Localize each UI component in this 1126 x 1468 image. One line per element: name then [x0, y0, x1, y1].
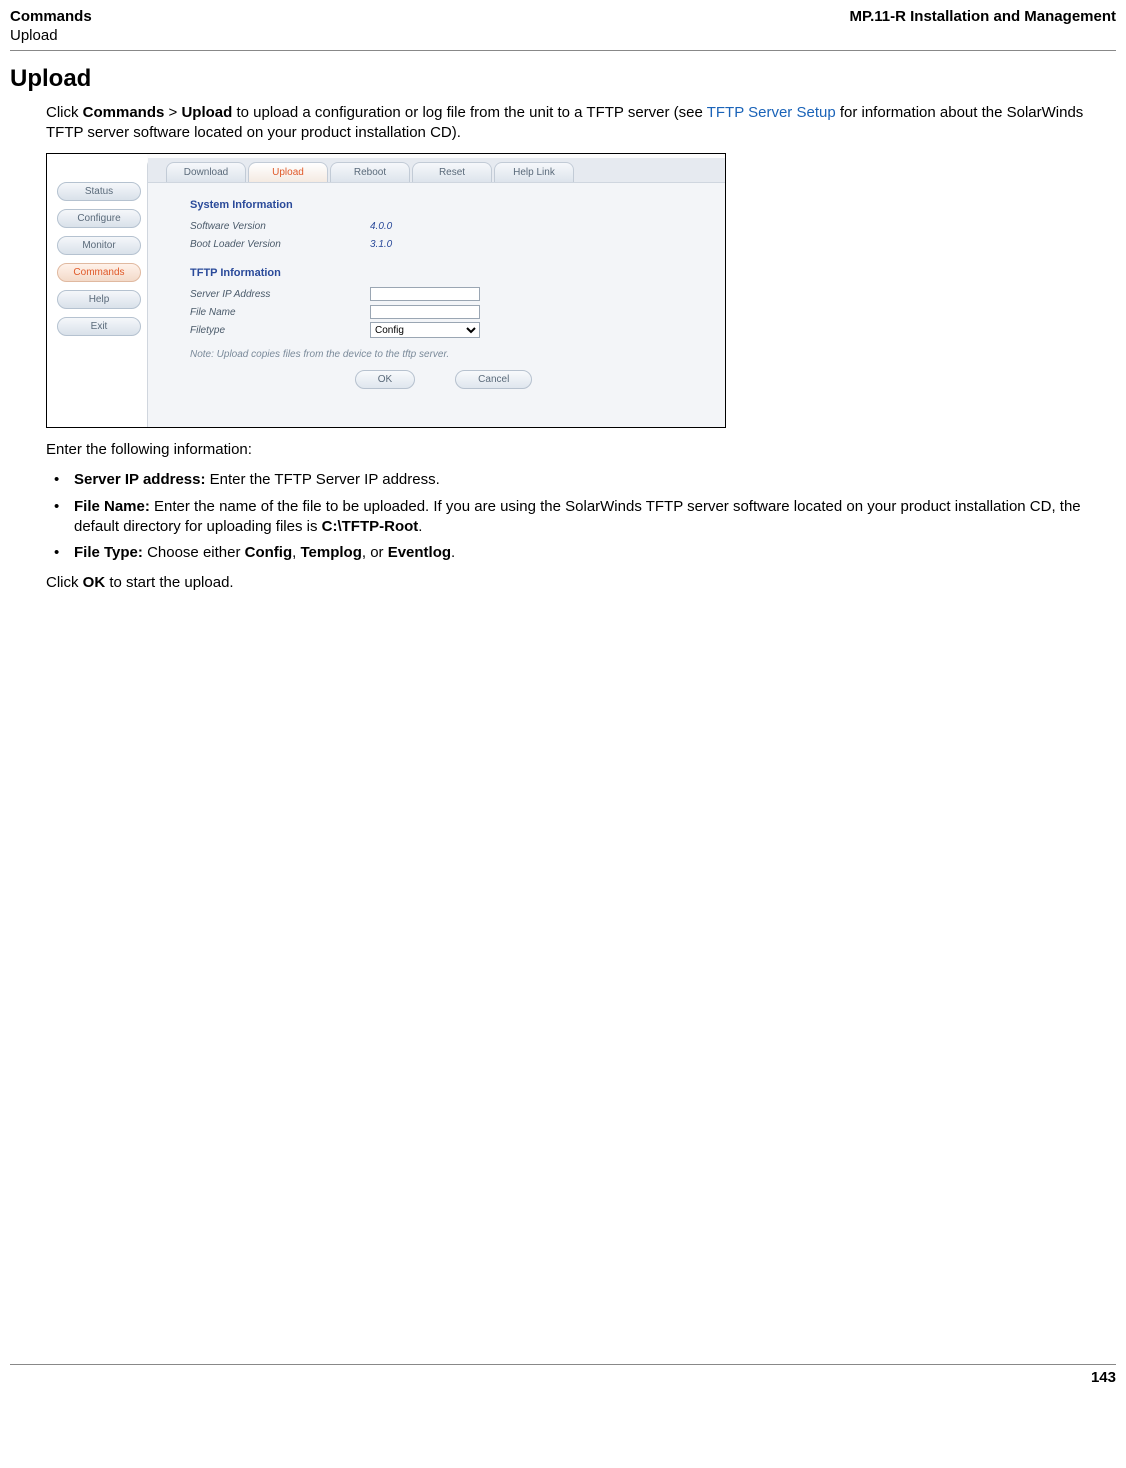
fig-button-row: OK Cancel: [190, 370, 697, 389]
sidebar-item-status[interactable]: Status: [57, 182, 141, 201]
cancel-button[interactable]: Cancel: [455, 370, 532, 389]
header-doc-title: MP.11-R Installation and Management: [850, 8, 1116, 25]
sidebar-item-commands[interactable]: Commands: [57, 263, 141, 282]
sysinfo-software-label: Software Version: [190, 221, 370, 232]
server-ip-input[interactable]: [370, 287, 480, 301]
tab-download[interactable]: Download: [166, 162, 246, 182]
header-left: Commands Upload: [10, 8, 92, 46]
sidebar-item-monitor[interactable]: Monitor: [57, 236, 141, 255]
sysinfo-title: System Information: [190, 199, 697, 211]
field-list: Server IP address: Enter the TFTP Server…: [46, 470, 1116, 563]
tab-reset[interactable]: Reset: [412, 162, 492, 182]
tftp-filetype-label: Filetype: [190, 325, 370, 336]
tftp-filename-label: File Name: [190, 307, 370, 318]
tftp-title: TFTP Information: [190, 267, 697, 279]
enter-info-paragraph: Enter the following information:: [46, 440, 1116, 460]
tab-help-link[interactable]: Help Link: [494, 162, 574, 182]
page-title: Upload: [10, 65, 1116, 93]
list-item-file-type: File Type: Choose either Config, Templog…: [46, 543, 1116, 563]
upload-screenshot-figure: Status Configure Monitor Commands Help E…: [46, 153, 726, 428]
closing-paragraph: Click OK to start the upload.: [46, 573, 1116, 593]
intro-paragraph: Click Commands > Upload to upload a conf…: [46, 103, 1116, 144]
sidebar-item-exit[interactable]: Exit: [57, 317, 141, 336]
fig-tabbar: Download Upload Reboot Reset Help Link: [148, 158, 725, 183]
fig-panel: System Information Software Version 4.0.…: [148, 183, 725, 427]
intro-commands: Commands: [83, 104, 165, 121]
tftp-row-filetype: Filetype Config: [190, 321, 697, 339]
list-item-file-name: File Name: Enter the name of the file to…: [46, 497, 1116, 538]
sidebar-item-help[interactable]: Help: [57, 290, 141, 309]
sysinfo-software-value: 4.0.0: [370, 221, 392, 232]
list-item-server-ip: Server IP address: Enter the TFTP Server…: [46, 470, 1116, 490]
sysinfo-bootloader-label: Boot Loader Version: [190, 239, 370, 250]
sysinfo-bootloader-value: 3.1.0: [370, 239, 392, 250]
sidebar-item-configure[interactable]: Configure: [57, 209, 141, 228]
fig-main: Download Upload Reboot Reset Help Link S…: [147, 158, 725, 427]
page-number: 143: [1091, 1369, 1116, 1386]
fig-note: Note: Upload copies files from the devic…: [190, 349, 697, 360]
filetype-select[interactable]: Config: [370, 322, 480, 338]
page-footer: 143: [10, 1364, 1116, 1386]
header-section: Commands: [10, 8, 92, 27]
tab-reboot[interactable]: Reboot: [330, 162, 410, 182]
header-subsection: Upload: [10, 27, 92, 46]
tftp-row-filename: File Name: [190, 303, 697, 321]
intro-upload: Upload: [181, 104, 232, 121]
tab-upload[interactable]: Upload: [248, 162, 328, 182]
ok-button[interactable]: OK: [355, 370, 415, 389]
tftp-row-serverip: Server IP Address: [190, 285, 697, 303]
sysinfo-row-software: Software Version 4.0.0: [190, 217, 697, 235]
tftp-setup-link[interactable]: TFTP Server Setup: [707, 104, 836, 121]
tftp-serverip-label: Server IP Address: [190, 289, 370, 300]
file-name-input[interactable]: [370, 305, 480, 319]
fig-sidebar: Status Configure Monitor Commands Help E…: [47, 154, 147, 427]
sysinfo-row-bootloader: Boot Loader Version 3.1.0: [190, 235, 697, 253]
page-header: Commands Upload MP.11-R Installation and…: [10, 8, 1116, 51]
